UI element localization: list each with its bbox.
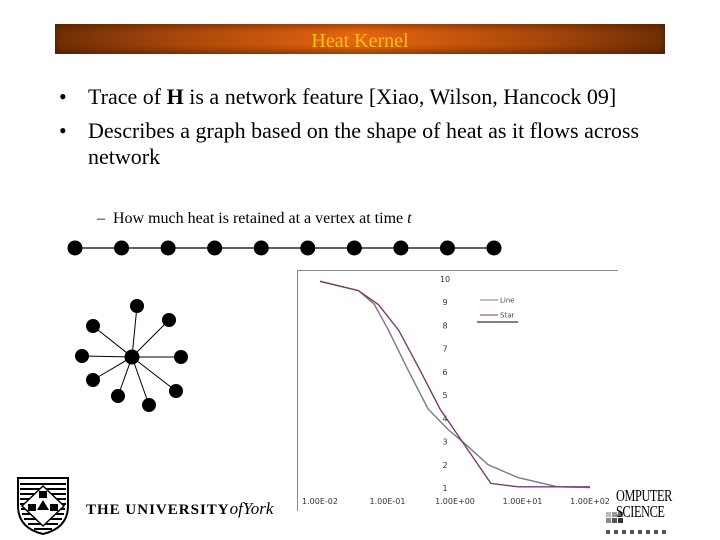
y-tick-label: 8	[442, 321, 447, 330]
x-tick-label: 1.00E+00	[435, 497, 475, 506]
x-tick-label: 1.00E-01	[370, 497, 406, 506]
dept-line-2: SCIENCE	[616, 502, 665, 521]
university-shield-logo	[17, 477, 69, 536]
heat-trace-chart: 123456789101.00E-02 1.00E-01 1.00E+00 1.00E…	[302, 275, 610, 506]
university-wordmark: THE UNIVERSITYofYork	[86, 499, 273, 519]
legend-label: Line	[500, 297, 515, 305]
y-tick-label: 2	[442, 461, 447, 470]
y-tick-label: 1	[442, 484, 447, 493]
dept-wordmark: OMPUTER SCIENCE	[616, 487, 672, 521]
y-tick-label: 6	[442, 368, 447, 377]
y-tick-label: 10	[440, 275, 450, 284]
y-tick-label: 3	[442, 438, 447, 447]
y-tick-label: 7	[442, 345, 447, 354]
x-tick-label: 1.00E+01	[503, 497, 543, 506]
y-tick-label: 5	[442, 391, 447, 400]
university-of: of	[229, 499, 243, 518]
computer-science-logo: OMPUTER SCIENCE	[602, 482, 720, 540]
x-tick-label: 1.00E-02	[302, 497, 338, 506]
university-york: York	[242, 499, 274, 518]
legend-label: Star	[500, 312, 514, 320]
y-tick-label: 9	[442, 298, 447, 307]
series-line-line	[319, 280, 591, 489]
university-name: THE UNIVERSITY	[86, 502, 230, 518]
series-line-star	[319, 280, 590, 488]
